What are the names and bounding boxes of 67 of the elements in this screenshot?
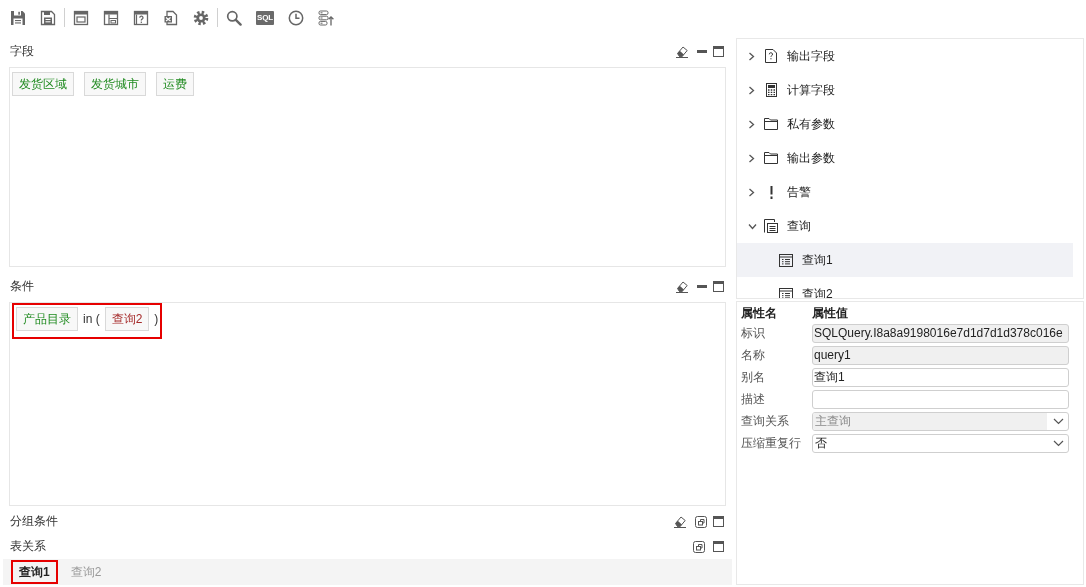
section-title: 分组条件 — [10, 513, 59, 530]
query-chip[interactable]: 查询2 — [104, 307, 150, 331]
field-chip[interactable]: 发货城市 — [84, 72, 146, 96]
tree-item[interactable]: 查询1 — [737, 243, 1073, 277]
tree-item[interactable]: 查询 — [737, 209, 1073, 243]
table-grid-icon — [779, 287, 793, 298]
minimize-icon[interactable] — [697, 49, 707, 53]
text-field[interactable]: 查询1 — [812, 367, 1069, 387]
property-label: 标识 — [741, 325, 766, 342]
clock-icon[interactable] — [287, 9, 304, 26]
operator-text: ) — [154, 312, 159, 326]
eraser-icon[interactable] — [675, 44, 689, 58]
property-label: 名称 — [741, 347, 766, 364]
restore-icon[interactable] — [693, 540, 705, 553]
field-chip[interactable]: 运费 — [156, 72, 194, 96]
dropdown[interactable]: 否 — [812, 433, 1069, 453]
question-document-icon — [765, 49, 777, 63]
section-title: 条件 — [10, 277, 35, 295]
tree-item[interactable]: 输出字段 — [737, 39, 1073, 73]
chevron-right-icon[interactable] — [748, 85, 755, 95]
maximize-icon[interactable] — [713, 280, 724, 292]
chevron-right-icon[interactable] — [748, 153, 755, 163]
section-title: 表关系 — [10, 538, 47, 555]
field-chip[interactable]: 发货区域 — [12, 72, 74, 96]
calculator-icon — [765, 83, 777, 97]
window-panel-icon[interactable] — [73, 9, 89, 26]
chevron-down-icon — [1053, 417, 1064, 425]
tab[interactable]: 查询1 — [11, 560, 58, 584]
stacked-bars-arrow-icon[interactable] — [317, 9, 334, 26]
floppy-document-icon[interactable] — [40, 9, 56, 26]
text-field[interactable] — [812, 389, 1069, 409]
eraser-icon[interactable] — [675, 279, 689, 293]
restore-icon[interactable] — [695, 515, 707, 528]
folder-icon — [764, 118, 778, 130]
property-label: 描述 — [741, 391, 766, 408]
tree-item[interactable]: 私有参数 — [737, 107, 1073, 141]
chevron-down-icon — [1053, 439, 1064, 447]
tree-item[interactable]: 告警 — [737, 175, 1073, 209]
folder-icon — [764, 152, 778, 164]
settings-icon[interactable] — [193, 9, 209, 26]
search-icon[interactable] — [226, 9, 242, 26]
exclamation-icon — [769, 185, 773, 199]
property-label: 查询关系 — [741, 413, 790, 430]
section-title: 字段 — [10, 42, 35, 60]
chevron-right-icon[interactable] — [748, 187, 755, 197]
maximize-icon[interactable] — [713, 516, 724, 527]
column-header: 属性名 — [741, 305, 778, 322]
column-header: 属性值 — [812, 305, 849, 322]
window-grid-icon[interactable] — [103, 9, 119, 26]
window-question-icon[interactable] — [133, 9, 149, 26]
document-x-icon[interactable] — [163, 9, 179, 26]
table-grid-icon — [779, 253, 793, 267]
tree-item[interactable]: 计算字段 — [737, 73, 1073, 107]
tree-item[interactable]: 输出参数 — [737, 141, 1073, 175]
property-label: 压缩重复行 — [741, 435, 802, 452]
operator-text: in ( — [83, 312, 100, 326]
chevron-right-icon[interactable] — [748, 119, 755, 129]
field-chip[interactable]: 产品目录 — [16, 307, 78, 331]
property-label: 别名 — [741, 369, 766, 386]
chevron-down-icon[interactable] — [748, 222, 757, 230]
query-document-icon — [764, 219, 778, 233]
eraser-icon[interactable] — [673, 515, 687, 528]
chevron-right-icon[interactable] — [748, 51, 755, 61]
maximize-icon[interactable] — [713, 45, 724, 57]
sql-button[interactable]: SQL — [256, 10, 274, 25]
maximize-icon[interactable] — [713, 541, 724, 552]
minimize-icon[interactable] — [697, 284, 707, 288]
